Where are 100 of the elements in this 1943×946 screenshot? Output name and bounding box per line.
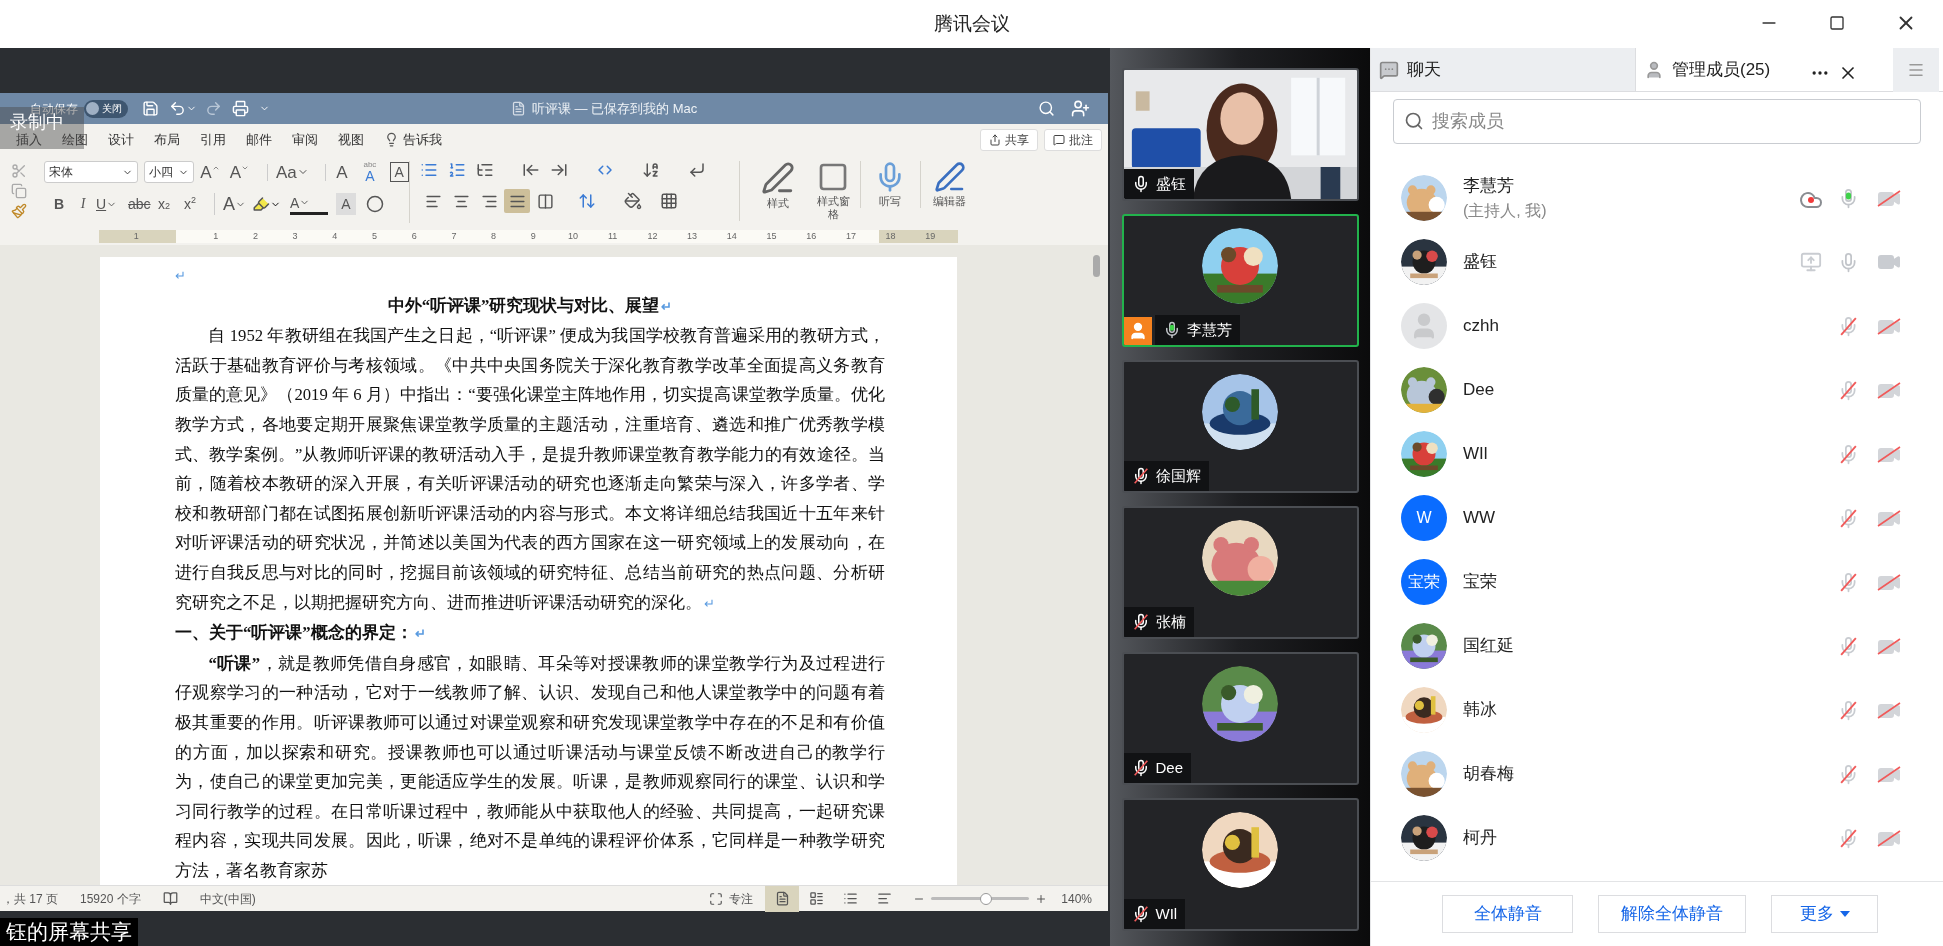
view-icon [808, 891, 824, 906]
share-icon [989, 133, 1001, 146]
ruler-number: 9 [530, 230, 536, 243]
participant-name: Dee [1155, 757, 1184, 778]
share-person-icon[interactable] [1071, 99, 1090, 118]
autosave-toggle[interactable]: 关闭 [84, 99, 128, 118]
focus-button[interactable]: 专注 [729, 889, 754, 908]
styles-button[interactable]: 样式 [750, 161, 806, 210]
video-tile[interactable]: 盛钰 [1121, 68, 1359, 201]
strikethrough-button[interactable]: abc [128, 193, 156, 215]
ruler-number: 7 [451, 230, 457, 243]
participant-name: 盛钰 [1155, 173, 1186, 194]
undo-icon[interactable] [169, 100, 186, 117]
ribbon-tab[interactable]: 布局 [144, 129, 190, 150]
bullets-icon[interactable] [420, 161, 438, 179]
participant-name: WIl [1155, 903, 1178, 924]
member-name: WIl [1463, 443, 1488, 466]
zoom-slider[interactable] [931, 891, 1030, 906]
share-button[interactable]: 共享 [980, 128, 1038, 151]
dictate-button[interactable]: 听写 [860, 161, 918, 208]
page-count: ，共 17 页 [2, 890, 58, 908]
ruler-number: 6 [411, 230, 417, 243]
mute-button[interactable]: 全体静音 [1442, 895, 1573, 933]
tell-me-field[interactable]: 告诉我 [403, 129, 442, 150]
search-icon[interactable] [1038, 100, 1055, 117]
borders-icon[interactable] [660, 192, 678, 210]
ruler-number: 5 [372, 230, 377, 243]
shrink-font-button[interactable]: A [229, 163, 253, 181]
member-name: 李慧芳 [1463, 175, 1514, 198]
video-tile[interactable]: 徐国辉 [1121, 360, 1359, 493]
print-icon[interactable] [232, 100, 249, 117]
increase-indent-icon[interactable] [550, 161, 568, 179]
scrollbar[interactable] [1093, 255, 1100, 277]
pen-icon [761, 161, 795, 195]
align-icon [536, 192, 554, 210]
change-case-button[interactable]: Aa [267, 163, 309, 181]
search-field[interactable]: 搜索成员 [1393, 99, 1921, 144]
align-button[interactable] [504, 189, 530, 213]
ruler-number: 10 [568, 230, 578, 243]
view-icon [876, 891, 892, 906]
ribbon-tab[interactable]: 引用 [190, 129, 236, 150]
ribbon-tab[interactable]: 设计 [98, 129, 144, 150]
superscript-button[interactable]: x$^{2}$ [184, 193, 212, 215]
shading-icon[interactable] [624, 192, 642, 210]
document-title: 中外“听评课”研究现状与对比、展望↵ [386, 294, 674, 317]
avatar: W [1401, 495, 1447, 541]
member-name: 宝荣 [1463, 571, 1497, 594]
ribbon-tab[interactable]: 邮件 [236, 129, 282, 150]
multilevel-list-icon[interactable] [476, 161, 494, 179]
decrease-indent-icon[interactable] [522, 161, 540, 179]
character-border-button[interactable]: A [389, 162, 409, 182]
ribbon-tab[interactable]: 视图 [328, 129, 374, 150]
clear-format-button[interactable]: A [324, 163, 351, 181]
video-tile[interactable]: WIl [1121, 798, 1359, 931]
ruler-number: 16 [806, 230, 817, 243]
ruler-number: 1 [133, 230, 139, 243]
phonetic-guide-button[interactable]: abc A [356, 161, 384, 183]
italic-button[interactable]: I [72, 193, 94, 215]
format-painter-icon[interactable] [11, 203, 27, 219]
member-name: Dee [1463, 379, 1495, 402]
editor-button[interactable]: 编辑器 [920, 161, 978, 208]
character-shading-button[interactable]: A [336, 193, 356, 215]
zoom-in-icon[interactable] [1035, 892, 1048, 905]
section-heading: 一、关于“听评课”概念的界定：↵ [175, 622, 426, 645]
ribbon-tab[interactable]: 审阅 [282, 129, 328, 150]
pane-icon [817, 161, 849, 193]
enclose-character-icon[interactable] [366, 195, 384, 213]
proofing-icon[interactable] [162, 891, 178, 906]
text-effects-button[interactable]: A [214, 193, 250, 215]
focus-icon[interactable] [709, 891, 724, 906]
font-color-button[interactable]: A [290, 193, 328, 215]
ruler-number: 8 [491, 230, 497, 243]
person-icon [1644, 59, 1664, 80]
underline-button[interactable]: U [96, 193, 126, 215]
video-tile[interactable]: Dee [1121, 652, 1359, 785]
grow-font-button[interactable]: A [200, 163, 224, 181]
panel-tab[interactable]: 聊天 [1371, 48, 1636, 91]
member-role: (主持人, 我) [1463, 200, 1547, 221]
ruler-number: 15 [766, 230, 777, 243]
window-title: 腾讯会议 [933, 11, 1010, 36]
sort-icon[interactable] [642, 161, 660, 179]
comment-icon [1053, 133, 1065, 146]
ruler-number: 1 [213, 230, 219, 243]
font-select[interactable]: 宋体 [44, 161, 138, 183]
paragraph-marks-icon[interactable] [688, 161, 706, 179]
numbering-icon[interactable] [448, 161, 466, 179]
mute-button[interactable]: 解除全体静音 [1598, 895, 1746, 933]
ruler-number: 12 [647, 230, 658, 243]
save-icon[interactable] [142, 100, 159, 117]
video-tile[interactable]: 李慧芳 [1121, 214, 1359, 347]
highlighter-icon[interactable] [252, 195, 270, 213]
line-spacing-icon[interactable] [578, 192, 596, 210]
bold-button[interactable]: B [48, 193, 70, 215]
video-tile[interactable]: 张楠 [1121, 506, 1359, 639]
comment-button[interactable]: 批注 [1044, 128, 1102, 151]
styles-pane-button[interactable]: 样式窗格 [808, 161, 858, 221]
maximize-icon[interactable] [1829, 15, 1845, 31]
font-size-select[interactable]: 小四 [143, 161, 195, 183]
more-button[interactable]: 更多 [1771, 895, 1878, 933]
view-button[interactable] [765, 885, 800, 912]
